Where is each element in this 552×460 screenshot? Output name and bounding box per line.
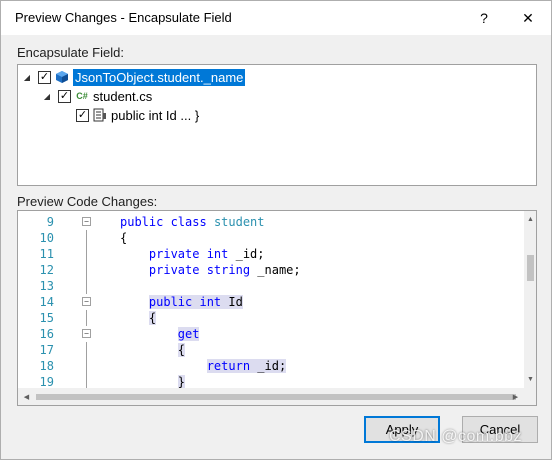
property-icon xyxy=(93,108,107,122)
code-line: 18 return _id; xyxy=(18,358,523,374)
code-line: 15 { xyxy=(18,310,523,326)
preview-changes-dialog: Preview Changes - Encapsulate Field ? ✕ … xyxy=(0,0,552,460)
tree-item-file[interactable]: ◢ ✓ C# student.cs xyxy=(42,87,152,105)
expand-toggle-icon[interactable]: ◢ xyxy=(22,72,32,82)
code-line: 16 − get xyxy=(18,326,523,342)
line-number: 13 xyxy=(39,279,54,293)
csharp-file-icon: C# xyxy=(76,91,88,101)
tree-item-field[interactable]: ◢ ✓ JsonToObject.student._name xyxy=(22,68,246,86)
fold-guide xyxy=(86,262,87,278)
line-number: 10 xyxy=(39,231,54,245)
code-token: string xyxy=(206,263,258,277)
fold-guide xyxy=(86,246,87,262)
fold-guide xyxy=(86,310,87,326)
vertical-scroll-thumb[interactable] xyxy=(527,255,534,281)
code-token: get xyxy=(177,327,200,341)
scroll-left-icon[interactable]: ◀ xyxy=(20,390,33,403)
line-number: 9 xyxy=(46,215,54,229)
scroll-up-icon[interactable]: ▲ xyxy=(524,213,536,226)
code-text: { xyxy=(120,310,157,326)
close-button[interactable]: ✕ xyxy=(513,6,543,30)
vertical-scrollbar[interactable]: ▲ ▼ xyxy=(524,211,536,388)
collapse-icon[interactable]: − xyxy=(82,297,91,306)
fold-guide xyxy=(86,358,87,374)
preview-code-label: Preview Code Changes: xyxy=(17,194,158,209)
code-token: _name; xyxy=(257,263,301,277)
encapsulate-field-label: Encapsulate Field: xyxy=(17,45,124,60)
tree-item-label: JsonToObject.student._name xyxy=(73,68,246,86)
code-line: 12 private string _name; xyxy=(18,262,523,278)
horizontal-scrollbar[interactable]: ◀ ▶ xyxy=(18,388,524,405)
scroll-down-icon[interactable]: ▼ xyxy=(524,373,536,386)
line-number: 15 xyxy=(39,311,54,325)
line-number: 16 xyxy=(39,327,54,341)
help-button[interactable]: ? xyxy=(469,6,499,30)
code-line: 17 { xyxy=(18,342,523,358)
code-token: private xyxy=(148,247,207,261)
code-text: { xyxy=(120,342,186,358)
tree-item-property[interactable]: ✓ public int Id ... } xyxy=(76,106,199,124)
line-number: 14 xyxy=(39,295,54,309)
code-token: class xyxy=(170,215,214,229)
title-bar: Preview Changes - Encapsulate Field ? ✕ xyxy=(1,1,551,35)
fold-guide xyxy=(86,230,87,246)
code-token: } xyxy=(177,375,186,389)
code-text: private string _name; xyxy=(120,262,301,278)
code-token: return xyxy=(206,359,258,373)
code-preview[interactable]: 9 − public class student 10 {11 private int … xyxy=(17,210,537,406)
horizontal-scroll-thumb[interactable] xyxy=(36,394,516,400)
code-token: { xyxy=(148,311,157,325)
code-line: 11 private int _id; xyxy=(18,246,523,262)
code-token: student xyxy=(213,215,265,229)
code-line: 9 − public class student xyxy=(18,214,523,230)
code-text: public int Id xyxy=(120,294,243,310)
code-token: Id xyxy=(228,295,243,309)
code-token: { xyxy=(120,231,128,245)
watermark: CSDN @com.bbz xyxy=(389,428,522,445)
code-text: { xyxy=(120,230,127,246)
code-line: 13 xyxy=(18,278,523,294)
encapsulate-tree[interactable]: ◢ ✓ JsonToObject.student._name ◢ ✓ C# st… xyxy=(17,64,537,186)
code-token: public int xyxy=(148,295,229,309)
field-checkbox[interactable]: ✓ xyxy=(38,70,51,84)
tree-item-label: public int Id ... } xyxy=(111,107,200,123)
code-token: _id; xyxy=(257,359,287,373)
file-checkbox[interactable]: ✓ xyxy=(58,89,71,103)
code-text: return _id; xyxy=(120,358,287,374)
code-token: public xyxy=(120,215,171,229)
field-cube-icon xyxy=(55,70,69,84)
line-number: 18 xyxy=(39,359,54,373)
code-token: { xyxy=(177,343,186,357)
collapse-icon[interactable]: − xyxy=(82,329,91,338)
line-number: 11 xyxy=(39,247,54,261)
expand-toggle-icon[interactable]: ◢ xyxy=(42,91,52,101)
code-text: get xyxy=(120,326,200,342)
code-line: 10 { xyxy=(18,230,523,246)
window-title: Preview Changes - Encapsulate Field xyxy=(15,10,232,25)
line-number: 17 xyxy=(39,343,54,357)
tree-item-label: student.cs xyxy=(93,88,153,104)
fold-guide xyxy=(86,278,87,294)
code-token: int xyxy=(206,247,236,261)
code-line: 14 − public int Id xyxy=(18,294,523,310)
code-text: public class student xyxy=(120,214,265,230)
code-text: private int _id; xyxy=(120,246,265,262)
property-checkbox[interactable]: ✓ xyxy=(76,108,89,122)
line-number: 12 xyxy=(39,263,54,277)
collapse-icon[interactable]: − xyxy=(82,217,91,226)
fold-guide xyxy=(86,342,87,358)
scroll-right-icon[interactable]: ▶ xyxy=(509,390,522,403)
scroll-corner xyxy=(524,388,536,405)
code-token: private xyxy=(148,263,207,277)
code-token: _id; xyxy=(235,247,265,261)
